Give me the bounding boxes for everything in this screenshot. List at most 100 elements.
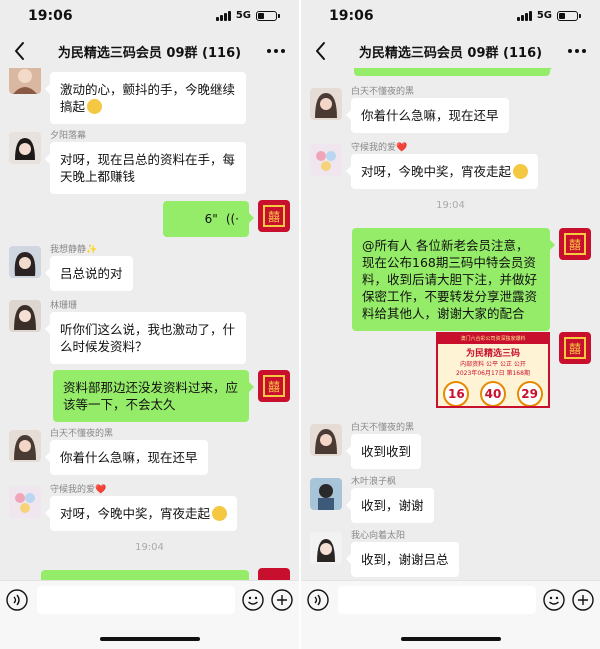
signal-icon	[215, 10, 231, 21]
voice-icon	[307, 589, 329, 611]
message-bubble[interactable]: 对呀，现在吕总的资料在手，每天晚上都赚钱	[45, 142, 246, 194]
plus-button[interactable]	[572, 589, 594, 611]
plus-icon	[271, 589, 293, 611]
svg-text:囍: 囍	[268, 380, 280, 394]
input-bar	[0, 580, 299, 620]
emoji-icon	[87, 99, 103, 114]
plus-button[interactable]	[271, 589, 293, 611]
emoji-button[interactable]	[242, 589, 264, 611]
home-area	[0, 620, 299, 649]
message-bubble[interactable]: 你着什么急嘛，现在还早	[346, 98, 509, 133]
message-bubble[interactable]: 激动的心，颤抖的手，今晚继续搞起	[45, 72, 246, 124]
message-bubble[interactable]: 收到，谢谢	[346, 488, 434, 523]
avatar[interactable]	[9, 68, 41, 94]
avatar[interactable]	[310, 144, 342, 176]
more-button[interactable]	[564, 38, 590, 64]
avatar[interactable]	[9, 132, 41, 164]
home-area	[301, 620, 600, 649]
avatar[interactable]: 囍	[258, 370, 290, 402]
status-time: 19:06	[28, 8, 73, 24]
emoji-icon	[242, 589, 264, 611]
poster-number: 40	[479, 381, 506, 406]
message-list[interactable]: 激动的心，颤抖的手，今晚继续搞起 夕阳落幕 对呀，现在吕总的资料在手，每天晚上都…	[0, 68, 299, 580]
emoji-icon	[513, 164, 529, 179]
network-type: 5G	[536, 10, 552, 21]
avatar[interactable]	[310, 88, 342, 120]
back-button[interactable]	[309, 38, 333, 64]
avatar[interactable]: 囍	[559, 228, 591, 260]
sender-name: 守候我的爱❤️	[50, 485, 107, 495]
message-bubble[interactable]: 吕总说的对	[45, 256, 133, 291]
message-bubble[interactable]: 对呀，今晚中奖，宵夜走起	[345, 154, 539, 189]
status-bar: 19:06 5G	[301, 0, 600, 34]
avatar[interactable]	[9, 246, 41, 278]
battery-icon	[256, 10, 280, 21]
voice-toggle-button[interactable]	[6, 589, 28, 611]
voice-duration: 6"	[204, 212, 218, 226]
avatar[interactable]	[9, 300, 41, 332]
message-bubble[interactable]: 听你们这么说，我也激动了，什么时候发资料？	[45, 312, 246, 364]
avatar[interactable]	[258, 568, 290, 580]
svg-text:囍: 囍	[569, 238, 581, 252]
avatar[interactable]: 囍	[258, 200, 290, 232]
poster-header: 澳门六合彩公司资深独家爆料	[438, 334, 548, 344]
message-bubble[interactable]	[354, 68, 555, 76]
message-list[interactable]: 白天不懂夜的黑 你着什么急嘛，现在还早 守候我的爱❤️ 对呀，今晚中奖，宵夜走起…	[301, 68, 600, 580]
chevron-left-icon	[15, 42, 24, 60]
back-button[interactable]	[8, 38, 32, 64]
sender-name: 白天不懂夜的黑	[351, 87, 415, 97]
avatar[interactable]	[310, 424, 342, 456]
voice-wave-icon: ((·	[225, 212, 239, 226]
voice-message[interactable]: 6" ((·	[163, 201, 254, 237]
poster-title: 为民精选三码	[465, 349, 520, 359]
message-bubble[interactable]: 资料部那边还没发资料过来，应该等一下，不会太久	[53, 370, 254, 422]
chat-title: 为民精选三码会员 09群 (116)	[358, 46, 543, 61]
sender-name: 我心向着太阳	[351, 531, 406, 541]
avatar[interactable]	[310, 532, 342, 564]
avatar[interactable]: 囍	[559, 332, 591, 364]
emoji-icon	[543, 589, 565, 611]
message-bubble[interactable]: @所有人 各位新老会员注意，现在公布168期三码中特会员资料，收到后请大胆下注，…	[352, 228, 555, 331]
network-type: 5G	[235, 10, 251, 21]
svg-text:囍: 囍	[268, 210, 280, 224]
sender-name: 白天不懂夜的黑	[351, 423, 415, 433]
time-separator: 19:04	[436, 200, 465, 211]
chat-title: 为民精选三码会员 09群 (116)	[57, 46, 242, 61]
sender-name: 林珊珊	[50, 301, 78, 311]
time-separator: 19:04	[135, 542, 164, 553]
avatar[interactable]	[9, 486, 41, 518]
message-input[interactable]	[37, 586, 235, 614]
status-indicators: 5G	[215, 10, 280, 21]
sender-name: 我想静静✨	[50, 245, 98, 255]
voice-icon	[6, 589, 28, 611]
chevron-left-icon	[316, 42, 325, 60]
message-bubble[interactable]: 对呀，今晚中奖，宵夜走起	[44, 496, 238, 531]
sender-name: 白天不懂夜的黑	[50, 429, 114, 439]
nav-bar: 为民精选三码会员 09群 (116)	[0, 34, 299, 68]
image-message[interactable]: 澳门六合彩公司资深独家爆料 为民精选三码 内部资料 公平 公正 公开 2023年…	[436, 332, 550, 408]
sender-name: 守候我的爱❤️	[351, 143, 408, 153]
poster-issue: 2023年06月17日 第168期	[456, 370, 530, 377]
emoji-icon	[212, 506, 228, 521]
emoji-button[interactable]	[543, 589, 565, 611]
sender-name: 木叶浪子枫	[351, 477, 397, 487]
plus-icon	[572, 589, 594, 611]
more-button[interactable]	[263, 38, 289, 64]
home-indicator[interactable]	[99, 637, 200, 641]
chat-screen-right: 19:06 5G 为民精选三码会员 09群 (116) 白天不懂夜的黑 你着什么…	[301, 0, 600, 649]
nav-bar: 为民精选三码会员 09群 (116)	[301, 34, 600, 68]
sender-name: 夕阳落幕	[50, 131, 87, 141]
signal-icon	[516, 10, 532, 21]
chat-screen-left: 19:06 5G 为民精选三码会员 09群 (116) 激动的心，颤抖的手，今晚…	[0, 0, 299, 649]
input-bar	[301, 580, 600, 620]
avatar[interactable]	[9, 430, 41, 462]
message-bubble[interactable]: 你着什么急嘛，现在还早	[45, 440, 208, 475]
message-bubble[interactable]	[41, 570, 249, 580]
message-bubble[interactable]: 收到收到	[345, 434, 422, 469]
home-indicator[interactable]	[400, 637, 501, 641]
avatar[interactable]	[310, 478, 342, 510]
message-bubble[interactable]: 收到，谢谢吕总	[346, 542, 459, 577]
message-input[interactable]	[338, 586, 536, 614]
battery-icon	[557, 10, 581, 21]
voice-toggle-button[interactable]	[307, 589, 329, 611]
